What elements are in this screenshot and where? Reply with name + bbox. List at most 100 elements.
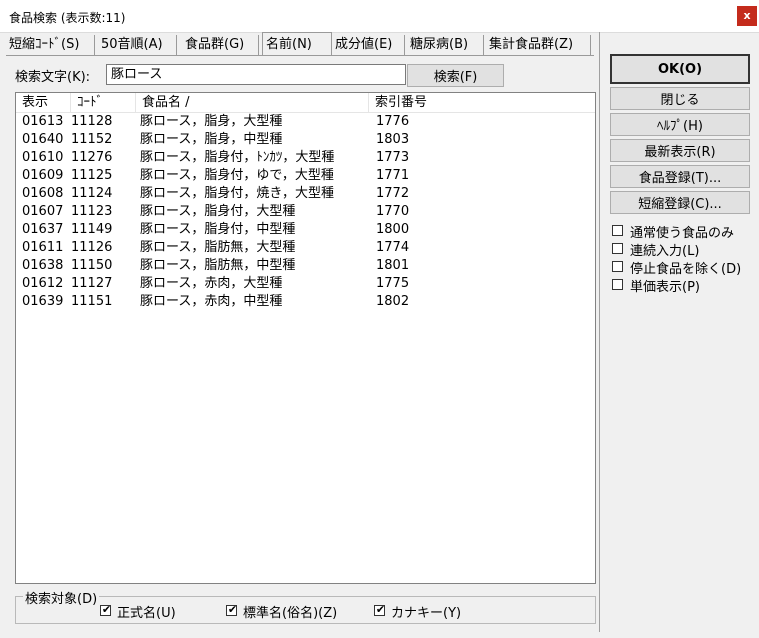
tab-food-group[interactable]: 食品群(G) <box>182 35 259 55</box>
cell-food-name: 豚ロース，脂肪無，大型種 <box>140 240 296 255</box>
table-row[interactable]: 01608 11124 豚ロース，脂身付，焼き，大型種 1772 <box>16 185 595 203</box>
cell-food-name: 豚ロース，脂身，大型種 <box>140 114 283 129</box>
cell-code: 11123 <box>71 204 113 219</box>
tab-kana-order[interactable]: 50音順(A) <box>98 35 177 55</box>
check-icon: ✔ <box>227 603 238 616</box>
cell-display: 01608 <box>22 186 64 201</box>
close-dialog-button[interactable]: 閉じる <box>610 87 750 110</box>
column-header-index[interactable]: 索引番号 <box>369 93 595 112</box>
search-input[interactable] <box>106 64 406 85</box>
register-short-code-button[interactable]: 短縮登録(C)... <box>610 191 750 214</box>
tab-nutrient[interactable]: 成分値(E) <box>332 35 405 55</box>
search-target-legend: 検索対象(D) <box>23 588 100 607</box>
table-row[interactable]: 01610 11276 豚ロース，脂身付，ﾄﾝｶﾂ，大型種 1773 <box>16 149 595 167</box>
cell-display: 01639 <box>22 294 64 309</box>
checkbox-standard-name-label: 標準名(俗名)(Z) <box>243 606 338 621</box>
cell-index: 1776 <box>376 114 410 129</box>
cell-index: 1803 <box>376 132 410 147</box>
cell-display: 01638 <box>22 258 64 273</box>
cell-code: 11126 <box>71 240 113 255</box>
table-row[interactable]: 01637 11149 豚ロース，脂身付，中型種 1800 <box>16 221 595 239</box>
column-header-food-name[interactable]: 食品名 / <box>136 93 369 112</box>
tab-summary-group[interactable]: 集計食品群(Z) <box>486 35 591 55</box>
table-row[interactable]: 01638 11150 豚ロース，脂肪無，中型種 1801 <box>16 257 595 275</box>
cell-index: 1801 <box>376 258 410 273</box>
cell-display: 01609 <box>22 168 64 183</box>
cell-display: 01637 <box>22 222 64 237</box>
cell-food-name: 豚ロース，脂肪無，中型種 <box>140 258 296 273</box>
cell-index: 1802 <box>376 294 410 309</box>
cell-display: 01607 <box>22 204 64 219</box>
cell-food-name: 豚ロース，赤肉，大型種 <box>140 276 283 291</box>
cell-food-name: 豚ロース，赤肉，中型種 <box>140 294 283 309</box>
cell-display: 01612 <box>22 276 64 291</box>
cell-display: 01640 <box>22 132 64 147</box>
cell-index: 1800 <box>376 222 410 237</box>
cell-code: 11151 <box>71 294 113 309</box>
checkbox-exclude-stopped-label: 停止食品を除く(D) <box>630 262 742 277</box>
cell-display: 01610 <box>22 150 64 165</box>
cell-index: 1775 <box>376 276 410 291</box>
column-header-display[interactable]: 表示 <box>16 93 71 112</box>
check-icon: ✔ <box>375 603 386 616</box>
cell-index: 1771 <box>376 168 410 183</box>
refresh-button[interactable]: 最新表示(R) <box>610 139 750 162</box>
checkbox-continuous-input-label: 連続入力(L) <box>630 244 700 259</box>
checkbox-frequent-only-label: 通常使う食品のみ <box>630 226 735 241</box>
cell-index: 1770 <box>376 204 410 219</box>
table-row[interactable]: 01639 11151 豚ロース，赤肉，中型種 1802 <box>16 293 595 311</box>
search-button[interactable]: 検索(F) <box>407 64 504 87</box>
cell-food-name: 豚ロース，脂身，中型種 <box>140 132 283 147</box>
checkbox-frequent-only[interactable] <box>612 225 623 236</box>
register-food-button[interactable]: 食品登録(T)... <box>610 165 750 188</box>
table-row[interactable]: 01640 11152 豚ロース，脂身，中型種 1803 <box>16 131 595 149</box>
cell-index: 1773 <box>376 150 410 165</box>
checkbox-exclude-stopped[interactable] <box>612 261 623 272</box>
ok-button[interactable]: OK(O) <box>610 54 750 84</box>
cell-code: 11127 <box>71 276 113 291</box>
tab-short-code[interactable]: 短縮ｺｰﾄﾞ(S) <box>6 35 95 55</box>
checkbox-official-name-label: 正式名(U) <box>117 606 176 621</box>
cell-code: 11152 <box>71 132 113 147</box>
cell-code: 11149 <box>71 222 113 237</box>
cell-code: 11124 <box>71 186 113 201</box>
cell-index: 1774 <box>376 240 410 255</box>
table-row[interactable]: 01613 11128 豚ロース，脂身，大型種 1776 <box>16 113 595 131</box>
cell-code: 11150 <box>71 258 113 273</box>
tab-divider <box>6 55 594 56</box>
list-header: 表示 ｺｰﾄﾞ 食品名 / 索引番号 <box>16 93 595 113</box>
cell-food-name: 豚ロース，脂身付，ゆで，大型種 <box>140 168 334 183</box>
checkbox-standard-name[interactable]: ✔ <box>226 603 238 616</box>
tab-diabetes[interactable]: 糖尿病(B) <box>407 35 484 55</box>
table-row[interactable]: 01609 11125 豚ロース，脂身付，ゆで，大型種 1771 <box>16 167 595 185</box>
search-label: 検索文字(K): <box>15 70 91 85</box>
cell-food-name: 豚ロース，脂身付，焼き，大型種 <box>140 186 334 201</box>
cell-index: 1772 <box>376 186 410 201</box>
table-row[interactable]: 01607 11123 豚ロース，脂身付，大型種 1770 <box>16 203 595 221</box>
window-title: 食品検索 (表示数:11) <box>9 11 126 25</box>
results-list[interactable]: 表示 ｺｰﾄﾞ 食品名 / 索引番号 01613 11128 豚ロース，脂身，大型種… <box>15 92 596 584</box>
checkbox-kana-key-label: カナキー(Y) <box>391 606 462 621</box>
checkbox-unit-price[interactable] <box>612 279 623 290</box>
cell-food-name: 豚ロース，脂身付，中型種 <box>140 222 296 237</box>
cell-code: 11128 <box>71 114 113 129</box>
title-bar: 食品検索 (表示数:11) x <box>0 0 759 33</box>
checkbox-unit-price-label: 単価表示(P) <box>630 280 700 295</box>
column-header-code[interactable]: ｺｰﾄﾞ <box>71 93 136 112</box>
help-button[interactable]: ﾍﾙﾌﾟ(H) <box>610 113 750 136</box>
close-icon: x <box>743 9 751 22</box>
checkbox-kana-key[interactable]: ✔ <box>374 603 386 616</box>
cell-code: 11276 <box>71 150 113 165</box>
close-button[interactable]: x <box>737 6 757 26</box>
cell-food-name: 豚ロース，脂身付，大型種 <box>140 204 296 219</box>
tab-name[interactable]: 名前(N) <box>262 32 332 56</box>
cell-code: 11125 <box>71 168 113 183</box>
cell-display: 01611 <box>22 240 64 255</box>
check-icon: ✔ <box>101 603 112 616</box>
table-row[interactable]: 01611 11126 豚ロース，脂肪無，大型種 1774 <box>16 239 595 257</box>
checkbox-continuous-input[interactable] <box>612 243 623 254</box>
cell-display: 01613 <box>22 114 64 129</box>
checkbox-official-name[interactable]: ✔ <box>100 603 112 616</box>
cell-food-name: 豚ロース，脂身付，ﾄﾝｶﾂ，大型種 <box>140 150 335 165</box>
table-row[interactable]: 01612 11127 豚ロース，赤肉，大型種 1775 <box>16 275 595 293</box>
